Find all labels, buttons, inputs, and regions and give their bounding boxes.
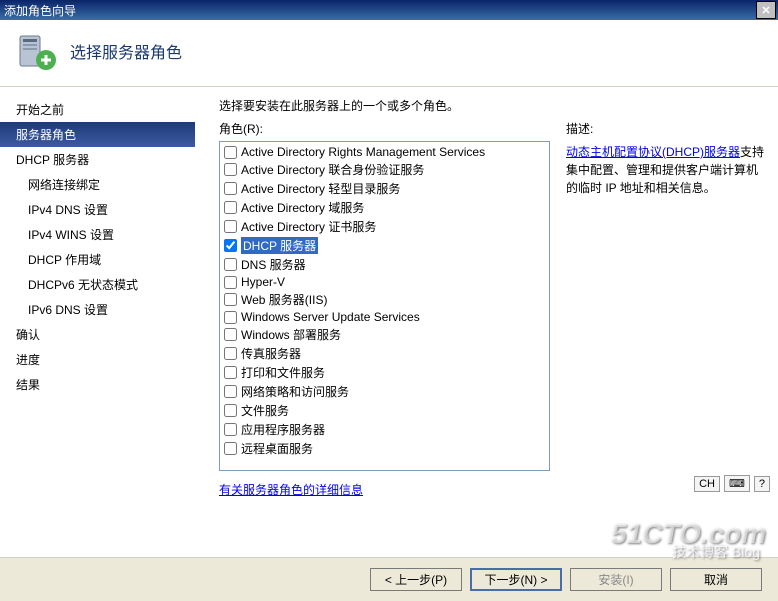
role-item[interactable]: Active Directory 联合身份验证服务 (222, 160, 547, 179)
prev-button[interactable]: < 上一步(P) (370, 568, 462, 591)
role-checkbox[interactable] (224, 293, 237, 306)
sidebar-step[interactable]: 网络连接绑定 (0, 172, 195, 197)
sidebar-step[interactable]: 确认 (0, 322, 195, 347)
role-label: 应用程序服务器 (241, 421, 325, 438)
role-checkbox[interactable] (224, 258, 237, 271)
role-checkbox[interactable] (224, 328, 237, 341)
sidebar-step[interactable]: 结果 (0, 372, 195, 397)
sidebar-step[interactable]: DHCP 服务器 (0, 147, 195, 172)
role-checkbox[interactable] (224, 347, 237, 360)
cancel-button[interactable]: 取消 (670, 568, 762, 591)
wizard-icon (16, 30, 58, 72)
role-label: 远程桌面服务 (241, 440, 313, 457)
next-button[interactable]: 下一步(N) > (470, 568, 562, 591)
sidebar-step[interactable]: DHCPv6 无状态模式 (0, 272, 195, 297)
content-area: 开始之前服务器角色DHCP 服务器网络连接绑定IPv4 DNS 设置IPv4 W… (0, 87, 778, 557)
page-title: 选择服务器角色 (70, 39, 182, 63)
role-label: 文件服务 (241, 402, 289, 419)
role-item[interactable]: 文件服务 (222, 401, 547, 420)
description-text: 动态主机配置协议(DHCP)服务器支持集中配置、管理和提供客户端计算机的临时 I… (566, 143, 766, 197)
role-item[interactable]: 打印和文件服务 (222, 363, 547, 382)
main-panel: 选择要安装在此服务器上的一个或多个角色。 角色(R): Active Direc… (195, 87, 778, 557)
role-item[interactable]: Active Directory 轻型目录服务 (222, 179, 547, 198)
role-checkbox[interactable] (224, 163, 237, 176)
role-label: Active Directory 域服务 (241, 199, 364, 216)
role-item[interactable]: Active Directory 域服务 (222, 198, 547, 217)
role-checkbox[interactable] (224, 201, 237, 214)
role-label: Windows Server Update Services (241, 310, 420, 324)
close-button[interactable]: ✕ (756, 1, 776, 19)
role-item[interactable]: Active Directory Rights Management Servi… (222, 144, 547, 160)
role-checkbox[interactable] (224, 146, 237, 159)
role-label: Active Directory 证书服务 (241, 218, 376, 235)
role-checkbox[interactable] (224, 385, 237, 398)
role-label: DHCP 服务器 (241, 237, 318, 254)
sidebar-step[interactable]: IPv4 DNS 设置 (0, 197, 195, 222)
wizard-header: 选择服务器角色 (0, 20, 778, 87)
role-checkbox[interactable] (224, 276, 237, 289)
wizard-steps-sidebar: 开始之前服务器角色DHCP 服务器网络连接绑定IPv4 DNS 设置IPv4 W… (0, 87, 195, 557)
role-checkbox[interactable] (224, 423, 237, 436)
sidebar-step[interactable]: IPv4 WINS 设置 (0, 222, 195, 247)
role-item[interactable]: Hyper-V (222, 274, 547, 290)
system-tray: CH ⌨ ? (694, 475, 770, 492)
window-title: 添加角色向导 (4, 2, 76, 19)
role-checkbox[interactable] (224, 366, 237, 379)
role-label: Web 服务器(IIS) (241, 291, 327, 308)
ime-indicator[interactable]: CH (694, 476, 720, 492)
role-checkbox[interactable] (224, 182, 237, 195)
role-label: Active Directory Rights Management Servi… (241, 145, 485, 159)
install-button: 安装(I) (570, 568, 662, 591)
more-info-link[interactable]: 有关服务器角色的详细信息 (219, 483, 363, 497)
role-label: Active Directory 联合身份验证服务 (241, 161, 424, 178)
instruction-text: 选择要安装在此服务器上的一个或多个角色。 (219, 97, 766, 114)
role-item[interactable]: Active Directory 证书服务 (222, 217, 547, 236)
role-checkbox[interactable] (224, 239, 237, 252)
role-label: DNS 服务器 (241, 256, 306, 273)
role-checkbox[interactable] (224, 220, 237, 233)
role-checkbox[interactable] (224, 404, 237, 417)
button-bar: < 上一步(P) 下一步(N) > 安装(I) 取消 (0, 557, 778, 601)
role-checkbox[interactable] (224, 311, 237, 324)
role-item[interactable]: Windows 部署服务 (222, 325, 547, 344)
sidebar-step[interactable]: IPv6 DNS 设置 (0, 297, 195, 322)
roles-list[interactable]: Active Directory Rights Management Servi… (219, 141, 550, 471)
role-item[interactable]: 网络策略和访问服务 (222, 382, 547, 401)
sidebar-step[interactable]: 服务器角色 (0, 122, 195, 147)
role-item[interactable]: 应用程序服务器 (222, 420, 547, 439)
role-label: 网络策略和访问服务 (241, 383, 349, 400)
role-item[interactable]: Web 服务器(IIS) (222, 290, 547, 309)
role-label: 传真服务器 (241, 345, 301, 362)
role-item[interactable]: Windows Server Update Services (222, 309, 547, 325)
sidebar-step[interactable]: 开始之前 (0, 97, 195, 122)
role-label: Windows 部署服务 (241, 326, 341, 343)
sidebar-step[interactable]: 进度 (0, 347, 195, 372)
role-item[interactable]: DHCP 服务器 (222, 236, 547, 255)
role-item[interactable]: 传真服务器 (222, 344, 547, 363)
role-label: 打印和文件服务 (241, 364, 325, 381)
sidebar-step[interactable]: DHCP 作用域 (0, 247, 195, 272)
role-checkbox[interactable] (224, 442, 237, 455)
keyboard-icon[interactable]: ⌨ (724, 475, 750, 492)
help-icon[interactable]: ? (754, 476, 770, 492)
roles-label: 角色(R): (219, 120, 550, 137)
titlebar: 添加角色向导 ✕ (0, 0, 778, 20)
role-item[interactable]: DNS 服务器 (222, 255, 547, 274)
role-label: Active Directory 轻型目录服务 (241, 180, 400, 197)
role-item[interactable]: 远程桌面服务 (222, 439, 547, 458)
role-label: Hyper-V (241, 275, 285, 289)
description-link[interactable]: 动态主机配置协议(DHCP)服务器 (566, 145, 740, 159)
description-label: 描述: (566, 120, 766, 137)
